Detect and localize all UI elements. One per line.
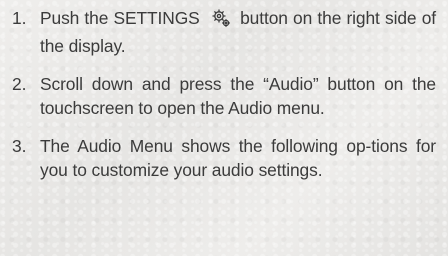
step-text: The Audio Menu shows the following op-ti… — [40, 136, 436, 180]
instruction-steps: 1. Push the SETTINGS button on the right… — [12, 6, 436, 196]
step-text-before-icon: Push the SETTINGS — [40, 8, 200, 28]
step-text: Scroll down and press the “Audio” button… — [40, 74, 436, 118]
step-1: 1. Push the SETTINGS button on the right… — [12, 6, 436, 58]
step-number: 3. — [12, 136, 27, 156]
step-3: 3. The Audio Menu shows the following op… — [12, 134, 436, 182]
step-2: 2. Scroll down and press the “Audio” but… — [12, 72, 436, 120]
step-number: 1. — [12, 8, 27, 28]
gear-icon — [211, 8, 231, 34]
step-number: 2. — [12, 74, 27, 94]
